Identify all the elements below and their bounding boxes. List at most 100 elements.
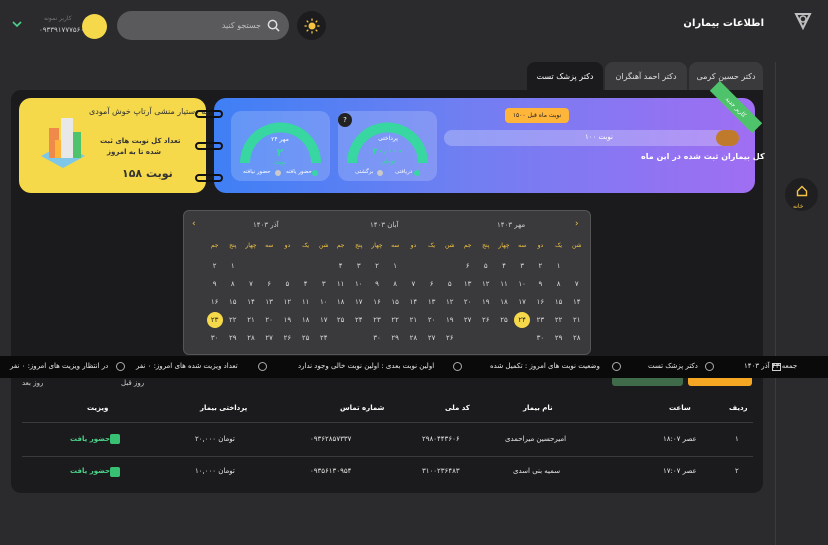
calendar-day[interactable]: ۲۲: [386, 316, 404, 324]
avatar[interactable]: [82, 14, 107, 39]
calendar-day[interactable]: ۲۳: [368, 316, 386, 324]
calendar-day[interactable]: ۳: [315, 280, 333, 288]
calendar-day[interactable]: ۴: [297, 280, 315, 288]
calendar-day[interactable]: ۱۰: [315, 298, 333, 306]
search-box[interactable]: [117, 11, 289, 40]
calendar-day[interactable]: ۱۳: [459, 280, 477, 288]
calendar-day[interactable]: ۶: [459, 262, 477, 270]
calendar-day[interactable]: ۴: [332, 262, 350, 270]
next-day-button[interactable]: روز بعد: [22, 379, 43, 387]
calendar-day[interactable]: ۷: [242, 280, 260, 288]
calendar-day[interactable]: ۲۶: [278, 334, 296, 342]
calendar-day[interactable]: ۱۱: [332, 280, 350, 288]
calendar-day[interactable]: ۱: [550, 262, 568, 270]
calendar-day[interactable]: ۲۰: [260, 316, 278, 324]
day-summary-chip[interactable]: [688, 378, 752, 386]
calendar-day[interactable]: ۶: [260, 280, 278, 288]
calendar-day[interactable]: ۸: [224, 280, 242, 288]
cell-name[interactable]: امیرحسین میراحمدی: [505, 435, 566, 443]
calendar-day[interactable]: ۴: [495, 262, 513, 270]
calendar-day[interactable]: ۲۴: [350, 316, 368, 324]
calendar-day[interactable]: ۱۳: [423, 298, 441, 306]
calendar-day[interactable]: ۱۸: [297, 316, 315, 324]
calendar-day[interactable]: ۱۴: [568, 298, 586, 306]
calendar-day[interactable]: ۱۴: [242, 298, 260, 306]
calendar-day[interactable]: ۲۴: [315, 334, 333, 342]
calendar-day[interactable]: ۲۹: [386, 334, 404, 342]
calendar-day[interactable]: ۳۰: [368, 334, 386, 342]
visit-check-icon[interactable]: [110, 467, 120, 477]
calendar-day[interactable]: ۱۴: [404, 298, 422, 306]
calendar-day[interactable]: ۵: [441, 280, 459, 288]
calendar-day[interactable]: ۱۹: [278, 316, 296, 324]
calendar-day[interactable]: ۲۱: [242, 316, 260, 324]
calendar-day[interactable]: ۳: [513, 262, 531, 270]
calendar-day[interactable]: ۲۱: [568, 316, 586, 324]
calendar-day[interactable]: ۷: [568, 280, 586, 288]
calendar-day[interactable]: ۹: [206, 280, 224, 288]
calendar-day[interactable]: ۱۲: [278, 298, 296, 306]
calendar-day[interactable]: ۲۷: [260, 334, 278, 342]
calendar-day[interactable]: ۲۳: [531, 316, 549, 324]
calendar-day[interactable]: ۱۰: [350, 280, 368, 288]
calendar-day[interactable]: ۹: [531, 280, 549, 288]
help-icon[interactable]: ?: [338, 113, 352, 127]
calendar-day[interactable]: ۱۹: [441, 316, 459, 324]
calendar-day[interactable]: ۹: [368, 280, 386, 288]
calendar-day[interactable]: ۲۲: [550, 316, 568, 324]
calendar-day[interactable]: ۸: [386, 280, 404, 288]
calendar-day[interactable]: ۲: [531, 262, 549, 270]
calendar-day[interactable]: ۲: [206, 262, 224, 270]
calendar-day[interactable]: ۱۱: [495, 280, 513, 288]
calendar-day[interactable]: ۳: [350, 262, 368, 270]
search-input[interactable]: [141, 17, 261, 34]
day-summary-chip[interactable]: [612, 378, 683, 386]
calendar-day[interactable]: ۸: [550, 280, 568, 288]
calendar-day[interactable]: ۲۰: [459, 298, 477, 306]
calendar-day[interactable]: ۱۶: [206, 298, 224, 306]
calendar-day[interactable]: ۲۹: [224, 334, 242, 342]
today-marker[interactable]: ۲۳: [206, 312, 223, 328]
cell-name[interactable]: سمیه بنی اسدی: [513, 467, 560, 475]
calendar-day[interactable]: ۷: [404, 280, 422, 288]
calendar-day[interactable]: ۲۵: [495, 316, 513, 324]
calendar-day[interactable]: ۲۵: [332, 316, 350, 324]
tab-doctor-2[interactable]: دکتر احمد آهنگران: [605, 62, 687, 91]
calendar-day[interactable]: ۲۹: [550, 334, 568, 342]
chevron-down-icon[interactable]: [11, 19, 23, 29]
calendar-next-arrow[interactable]: ›: [575, 219, 579, 229]
calendar-day[interactable]: ۱۸: [332, 298, 350, 306]
theme-toggle-button[interactable]: [297, 11, 326, 40]
calendar-day[interactable]: ۱: [386, 262, 404, 270]
calendar-day[interactable]: ۱۷: [315, 316, 333, 324]
calendar-day[interactable]: ۱۲: [441, 298, 459, 306]
calendar-day[interactable]: ۱۰: [513, 280, 531, 288]
calendar-day[interactable]: ۵: [278, 280, 296, 288]
search-icon[interactable]: [267, 19, 280, 32]
calendar-day[interactable]: ۲۵: [297, 334, 315, 342]
calendar-day[interactable]: ۲۸: [568, 334, 586, 342]
previous-day-button[interactable]: روز قبل: [121, 379, 144, 387]
calendar-day[interactable]: ۱۷: [350, 298, 368, 306]
calendar-day[interactable]: ۲۰: [423, 316, 441, 324]
visit-check-icon[interactable]: [110, 434, 120, 444]
calendar-day[interactable]: ۱: [224, 262, 242, 270]
calendar-day[interactable]: ۱۵: [386, 298, 404, 306]
calendar-day[interactable]: ۳۰: [206, 334, 224, 342]
calendar-day[interactable]: ۲۶: [441, 334, 459, 342]
brand-logo-icon[interactable]: [792, 10, 814, 32]
calendar-day[interactable]: ۵: [477, 262, 495, 270]
calendar-day[interactable]: ۱۸: [495, 298, 513, 306]
calendar-day[interactable]: ۲۸: [242, 334, 260, 342]
calendar-day[interactable]: ۱۶: [531, 298, 549, 306]
calendar-day[interactable]: ۶: [423, 280, 441, 288]
calendar-day[interactable]: ۲۸: [404, 334, 422, 342]
calendar-day[interactable]: ۳۰: [531, 334, 549, 342]
calendar-day[interactable]: ۱۲: [477, 280, 495, 288]
calendar-day[interactable]: ۱۱: [297, 298, 315, 306]
calendar-prev-arrow[interactable]: ‹: [192, 219, 196, 229]
calendar-day[interactable]: ۱۳: [260, 298, 278, 306]
calendar-day[interactable]: ۲۶: [477, 316, 495, 324]
calendar-day[interactable]: ۱۵: [550, 298, 568, 306]
tab-doctor-3[interactable]: دکتر پزشک تست: [527, 62, 603, 91]
